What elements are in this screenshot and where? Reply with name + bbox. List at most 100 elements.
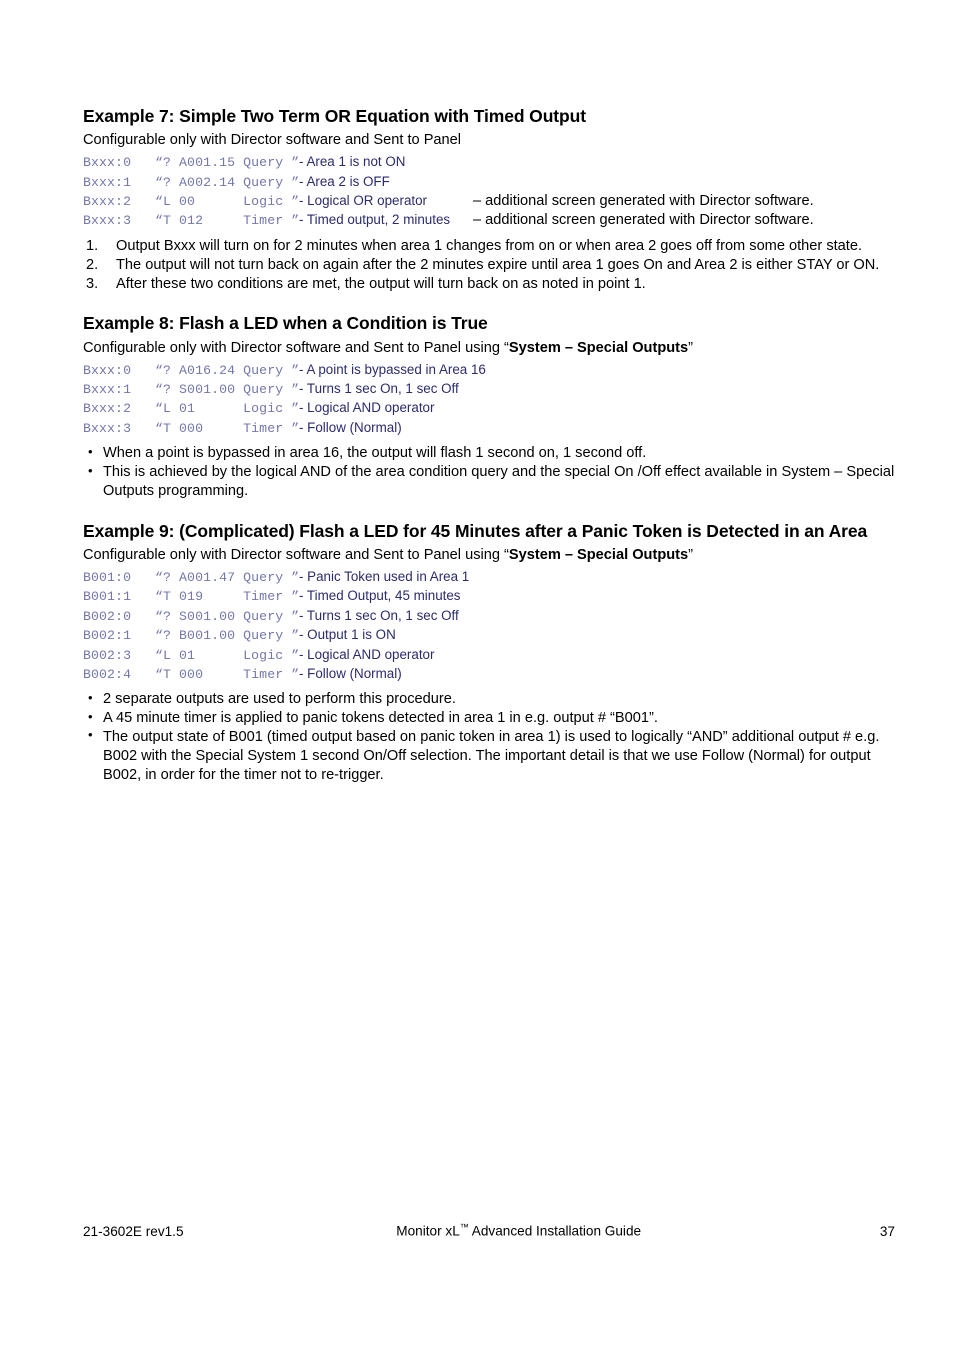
list-text: When a point is bypassed in area 16, the…	[103, 445, 647, 462]
list-item: • 2 separate outputs are used to perform …	[83, 690, 895, 709]
example-9-subtitle-suffix: ”	[688, 546, 694, 563]
list-item: • When a point is bypassed in area 16, th…	[83, 444, 895, 463]
list-text: Output Bxxx will turn on for 2 minutes w…	[116, 237, 863, 254]
example-8-code-listing: Bxxx:0 “? A016.24 Query ” - A point is b…	[83, 362, 895, 440]
example-7-block: Example 7: Simple Two Term OR Equation w…	[83, 106, 895, 293]
list-text: A 45 minute timer is applied to panic to…	[103, 710, 658, 727]
code-description: - Logical OR operator	[299, 193, 428, 209]
code-label: B002:4	[83, 666, 132, 682]
code-row: B001:1 “T 019 Timer ” - Timed Output, 45…	[83, 588, 895, 607]
example-9-heading: Example 9: (Complicated) Flash a LED for…	[83, 520, 868, 541]
example-7-subtitle: Configurable only with Director software…	[83, 131, 895, 150]
code-description: - A point is bypassed in Area 16	[299, 361, 486, 377]
code-label: Bxxx:3	[83, 213, 132, 229]
code-row: B002:4 “T 000 Timer ” - Follow (Normal)	[83, 666, 895, 685]
code-label: B001:0	[83, 569, 132, 585]
code-row: Bxxx:2 “L 01 Logic ” - Logical AND opera…	[83, 400, 895, 419]
bullet-marker: •	[88, 727, 93, 743]
code-expression: “? S001.00 Query ”	[155, 382, 300, 398]
footer-page-number: 37	[879, 1223, 895, 1239]
code-label: Bxxx:2	[83, 401, 132, 417]
code-expression: “T 012 Timer ”	[155, 213, 300, 229]
code-description: - Panic Token used in Area 1	[299, 568, 470, 584]
example-8-block: Example 8: Flash a LED when a Condition …	[83, 313, 895, 500]
code-label: Bxxx:3	[83, 420, 132, 436]
code-description: - Timed output, 2 minutes	[299, 212, 451, 228]
code-row: Bxxx:0 “? A001.15 Query ” - Area 1 is no…	[83, 154, 895, 173]
code-expression: “T 000 Timer ”	[155, 666, 300, 682]
example-9-subtitle-plain: Configurable only with Director software…	[83, 546, 509, 563]
example-8-subtitle-suffix: ”	[688, 339, 694, 356]
example-9-bullet-list: • 2 separate outputs are used to perform …	[83, 690, 895, 784]
code-note: – additional screen generated with Direc…	[473, 193, 814, 210]
code-description: - Output 1 is ON	[299, 627, 396, 643]
code-description: - Follow (Normal)	[299, 665, 402, 681]
list-item: 2. The output will not turn back on again…	[83, 256, 895, 275]
example-7-numbered-list: 1. Output Bxxx will turn on for 2 minutes…	[83, 237, 895, 293]
footer-title-text: Monitor xL	[396, 1223, 460, 1239]
code-label: Bxxx:2	[83, 194, 132, 210]
code-label: Bxxx:0	[83, 155, 132, 171]
code-label: B002:1	[83, 628, 132, 644]
list-item: • A 45 minute timer is applied to panic t…	[83, 709, 895, 728]
code-row: B002:3 “L 01 Logic ” - Logical AND opera…	[83, 647, 895, 666]
list-item: • This is achieved by the logical AND of …	[83, 463, 895, 501]
code-expression: “? A001.15 Query ”	[155, 155, 300, 171]
code-description: - Logical AND operator	[299, 400, 435, 416]
page-footer: 21-3602E rev1.5 Monitor xL™ Advanced Ins…	[83, 1222, 895, 1239]
code-expression: “? A016.24 Query ”	[155, 362, 300, 378]
example-8-subtitle-plain: Configurable only with Director software…	[83, 339, 509, 356]
code-expression: “T 000 Timer ”	[155, 420, 300, 436]
code-expression: “? B001.00 Query ”	[155, 628, 300, 644]
list-item: 1. Output Bxxx will turn on for 2 minutes…	[83, 237, 895, 256]
example-9-block: Example 9: (Complicated) Flash a LED for…	[83, 521, 895, 785]
code-description: - Follow (Normal)	[299, 419, 402, 435]
code-label: B002:3	[83, 647, 132, 663]
example-8-subtitle: Configurable only with Director software…	[83, 339, 895, 358]
list-text: The output will not turn back on again a…	[116, 256, 880, 273]
list-item: 3. After these two conditions are met, th…	[83, 275, 895, 294]
code-label: Bxxx:1	[83, 174, 132, 190]
code-expression: “? S001.00 Query ”	[155, 608, 300, 624]
list-text: This is achieved by the logical AND of t…	[103, 464, 895, 499]
code-label: B001:1	[83, 589, 132, 605]
code-expression: “? A001.47 Query ”	[155, 569, 300, 585]
list-text: The output state of B001 (timed output b…	[103, 728, 880, 783]
code-row: Bxxx:2 “L 00 Logic ” - Logical OR operat…	[83, 193, 895, 212]
list-marker: 2.	[86, 256, 99, 273]
code-row: B002:1 “? B001.00 Query ” - Output 1 is …	[83, 627, 895, 646]
example-8-bullet-list: • When a point is bypassed in area 16, th…	[83, 444, 895, 500]
example-8-subtitle-bold: System – Special Outputs	[508, 339, 689, 356]
code-expression: “L 00 Logic ”	[155, 194, 300, 210]
code-description: - Turns 1 sec On, 1 sec Off	[299, 381, 459, 397]
code-description: - Area 1 is not ON	[299, 154, 406, 170]
code-row: Bxxx:1 “? S001.00 Query ” - Turns 1 sec …	[83, 381, 895, 400]
code-expression: “L 01 Logic ”	[155, 401, 300, 417]
list-item: • The output state of B001 (timed output …	[83, 727, 895, 784]
code-row: B002:0 “? S001.00 Query ” - Turns 1 sec …	[83, 608, 895, 627]
example-9-subtitle: Configurable only with Director software…	[83, 546, 895, 565]
code-label: B002:0	[83, 608, 132, 624]
bullet-marker: •	[88, 462, 93, 478]
bullet-marker: •	[88, 689, 93, 705]
code-row: B001:0 “? A001.47 Query ” - Panic Token …	[83, 569, 895, 588]
page-content: Example 7: Simple Two Term OR Equation w…	[83, 106, 895, 784]
document-page: Example 7: Simple Two Term OR Equation w…	[0, 0, 954, 1350]
code-row: Bxxx:0 “? A016.24 Query ” - A point is b…	[83, 362, 895, 381]
code-description: - Area 2 is OFF	[299, 173, 390, 189]
code-expression: “T 019 Timer ”	[155, 589, 300, 605]
code-description: - Turns 1 sec On, 1 sec Off	[299, 607, 459, 623]
code-label: Bxxx:1	[83, 382, 132, 398]
list-marker: 3.	[86, 275, 99, 292]
code-note: – additional screen generated with Direc…	[473, 212, 814, 229]
code-row: Bxxx:3 “T 012 Timer ” - Timed output, 2 …	[83, 212, 895, 231]
code-row: Bxxx:1 “? A002.14 Query ” - Area 2 is OF…	[83, 174, 895, 193]
list-marker: 1.	[86, 237, 99, 254]
code-expression: “? A002.14 Query ”	[155, 174, 300, 190]
list-text: After these two conditions are met, the …	[116, 275, 646, 292]
example-7-code-listing: Bxxx:0 “? A001.15 Query ” - Area 1 is no…	[83, 154, 895, 232]
footer-title-suffix: Advanced Installation Guide	[468, 1223, 642, 1239]
code-label: Bxxx:0	[83, 362, 132, 378]
bullet-marker: •	[88, 443, 93, 459]
example-9-code-listing: B001:0 “? A001.47 Query ” - Panic Token …	[83, 569, 895, 685]
